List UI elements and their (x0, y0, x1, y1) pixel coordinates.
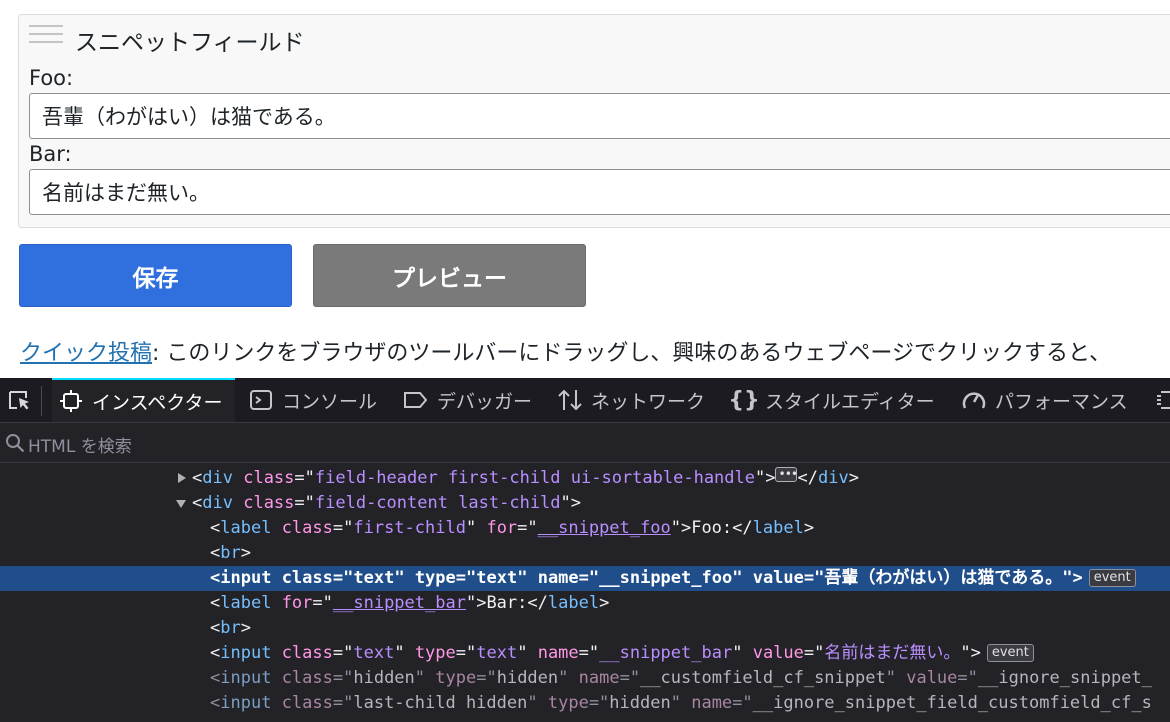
tab-debugger-label: デバッガー (437, 390, 533, 413)
tab-style-editor[interactable]: {} スタイルエディター (728, 378, 935, 422)
expand-arrow-icon[interactable] (178, 473, 186, 483)
html-search-bar[interactable]: HTML を検索 (0, 423, 1170, 463)
tree-row-field-header[interactable]: <div class="field-header first-child ui-… (0, 466, 1170, 491)
save-button[interactable]: 保存 (19, 244, 292, 307)
collapsed-ellipsis-icon[interactable] (775, 466, 798, 487)
tree-row-field-content[interactable]: <div class="field-content last-child"> (0, 491, 1170, 516)
tab-console-label: コンソール (282, 390, 378, 413)
element-picker-icon[interactable] (6, 387, 34, 415)
tab-network-label: ネットワーク (591, 390, 706, 413)
tab-debugger[interactable]: デバッガー (403, 378, 532, 422)
search-placeholder: HTML を検索 (28, 437, 132, 457)
collapse-arrow-icon[interactable] (176, 500, 186, 508)
foo-input[interactable] (29, 93, 1170, 139)
tab-console[interactable]: コンソール (248, 378, 377, 422)
tab-network[interactable]: ネットワーク (557, 378, 705, 422)
tab-separator (41, 386, 42, 416)
tab-inspector[interactable]: インスペクター (52, 378, 235, 422)
panel-title: スニペットフィールド (75, 30, 305, 56)
devtools-tabbar: インスペクター コンソール デバッガー ネットワーク {} スタイルエディター … (0, 378, 1170, 423)
tab-inspector-label: インスペクター (92, 391, 223, 414)
bar-label: Bar: (29, 142, 72, 166)
tab-performance[interactable]: パフォーマンス (961, 378, 1128, 422)
network-icon (557, 387, 583, 413)
tree-row-label-bar[interactable]: <label for="__snippet_bar">Bar:</label> (0, 591, 1170, 616)
event-badge[interactable]: event (1088, 569, 1136, 587)
console-icon (248, 387, 274, 413)
tree-row-input-last-hidden[interactable]: <input class="last-child hidden" type="h… (0, 691, 1170, 716)
snippet-field-panel: スニペットフィールド Foo: Bar: (18, 14, 1170, 228)
search-icon (4, 432, 26, 454)
devtools-panel: インスペクター コンソール デバッガー ネットワーク {} スタイルエディター … (0, 378, 1170, 722)
panel-header[interactable]: スニペットフィールド (19, 15, 1170, 59)
event-badge[interactable]: event (986, 644, 1034, 662)
quick-post-text: : このリンクをブラウザのツールバーにドラッグし、興味のあるウェブページでクリッ… (152, 341, 1112, 366)
quick-post-link[interactable]: クイック投稿 (20, 341, 152, 366)
bar-input[interactable] (29, 169, 1170, 215)
memory-icon (1152, 387, 1170, 413)
quick-post-line: クイック投稿: このリンクをブラウザのツールバーにドラッグし、興味のあるウェブペ… (20, 335, 1111, 367)
tree-row-label-foo[interactable]: <label class="first-child" for="__snippe… (0, 516, 1170, 541)
foo-label: Foo: (29, 66, 74, 90)
tree-row-br[interactable]: <br> (0, 616, 1170, 641)
page-content: スニペットフィールド Foo: Bar: 保存 プレビュー クイック投稿: この… (0, 0, 1170, 378)
preview-button[interactable]: プレビュー (313, 244, 586, 307)
drag-handle-icon[interactable] (29, 25, 63, 49)
tree-row-br[interactable]: <br> (0, 541, 1170, 566)
tree-row-input-hidden[interactable]: <input class="hidden" type="hidden" name… (0, 666, 1170, 691)
tree-row-input-bar[interactable]: <input class="text" type="text" name="__… (0, 641, 1170, 666)
tab-performance-label: パフォーマンス (995, 390, 1128, 413)
performance-icon (961, 387, 987, 413)
debugger-icon (403, 387, 429, 413)
tab-overflow[interactable] (1152, 378, 1170, 422)
inspector-icon (58, 388, 84, 414)
style-editor-icon: {} (728, 387, 760, 413)
tree-row-input-foo[interactable]: <input class="text" type="text" name="__… (0, 566, 1170, 591)
tab-style-editor-label: スタイルエディター (765, 390, 935, 413)
